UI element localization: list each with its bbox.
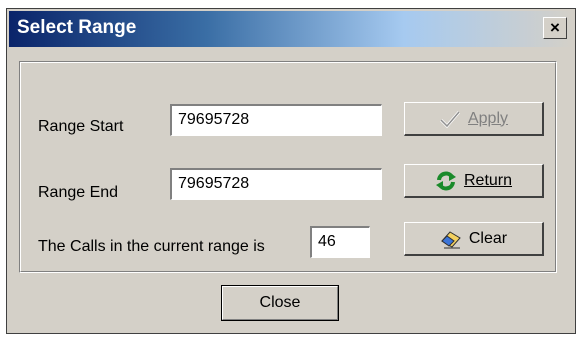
eraser-icon xyxy=(440,229,462,249)
range-start-input[interactable]: 79695728 xyxy=(170,104,382,136)
title-bar[interactable]: Select Range × xyxy=(9,11,573,47)
calls-count-label: The Calls in the current range is xyxy=(38,238,265,255)
return-button[interactable]: Return xyxy=(404,164,544,198)
checkmark-icon xyxy=(439,109,461,129)
range-group: Range Start 79695728 Range End 79695728 … xyxy=(19,61,557,273)
apply-button-label: Apply xyxy=(467,109,509,127)
return-button-label: Return xyxy=(463,171,513,189)
window-close-button[interactable]: × xyxy=(543,17,567,39)
apply-button[interactable]: Apply xyxy=(404,102,544,136)
calls-count-field[interactable]: 46 xyxy=(310,226,370,258)
refresh-icon xyxy=(435,171,457,191)
range-start-label: Range Start xyxy=(38,118,124,135)
range-end-input[interactable]: 79695728 xyxy=(170,168,382,200)
clear-button-label: Clear xyxy=(468,229,508,247)
window-title: Select Range xyxy=(17,17,137,38)
close-button[interactable]: Close xyxy=(221,285,339,321)
close-button-label: Close xyxy=(259,294,301,311)
range-end-label: Range End xyxy=(38,184,119,201)
select-range-dialog: Select Range × Range Start 79695728 Rang… xyxy=(6,8,576,334)
clear-button[interactable]: Clear xyxy=(404,222,544,256)
